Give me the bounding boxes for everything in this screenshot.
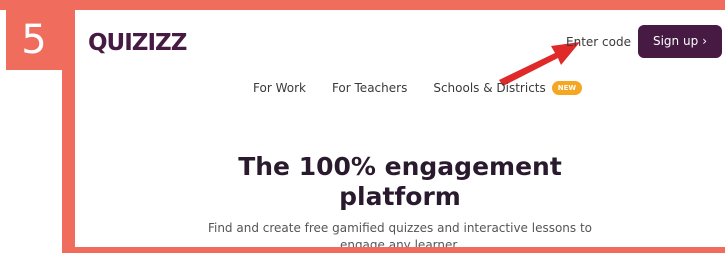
quizizz-logo[interactable]: QUIZIZZ — [88, 30, 187, 56]
chevron-right-icon: › — [702, 34, 708, 48]
screenshot-frame: 5 QUIZIZZ Enter code Sign up › For Work F… — [0, 0, 725, 253]
nav-item-schools-districts[interactable]: Schools & Districts — [433, 81, 545, 95]
annotation-frame-left — [62, 0, 75, 253]
new-badge: NEW — [551, 81, 583, 95]
main-menu: For Work For Teachers Schools & District… — [253, 81, 583, 95]
sign-up-button[interactable]: Sign up › — [638, 25, 722, 58]
enter-code-link[interactable]: Enter code — [566, 35, 631, 49]
hero-subtext: Find and create free gamified quizzes an… — [207, 221, 593, 247]
hero-section: The 100% engagement platform Find and cr… — [75, 114, 725, 247]
sign-up-label: Sign up — [652, 34, 699, 48]
nav-item-for-teachers[interactable]: For Teachers — [332, 81, 407, 95]
hero-headline: The 100% engagement platform — [238, 152, 562, 211]
quizizz-homepage: QUIZIZZ Enter code Sign up › For Work For… — [75, 10, 725, 247]
nav-item-for-work[interactable]: For Work — [253, 81, 306, 95]
top-navigation: QUIZIZZ Enter code Sign up › For Work For… — [75, 10, 725, 115]
annotation-frame-top — [0, 0, 725, 10]
annotation-frame-bottom — [62, 247, 725, 253]
step-number-badge: 5 — [6, 10, 62, 70]
